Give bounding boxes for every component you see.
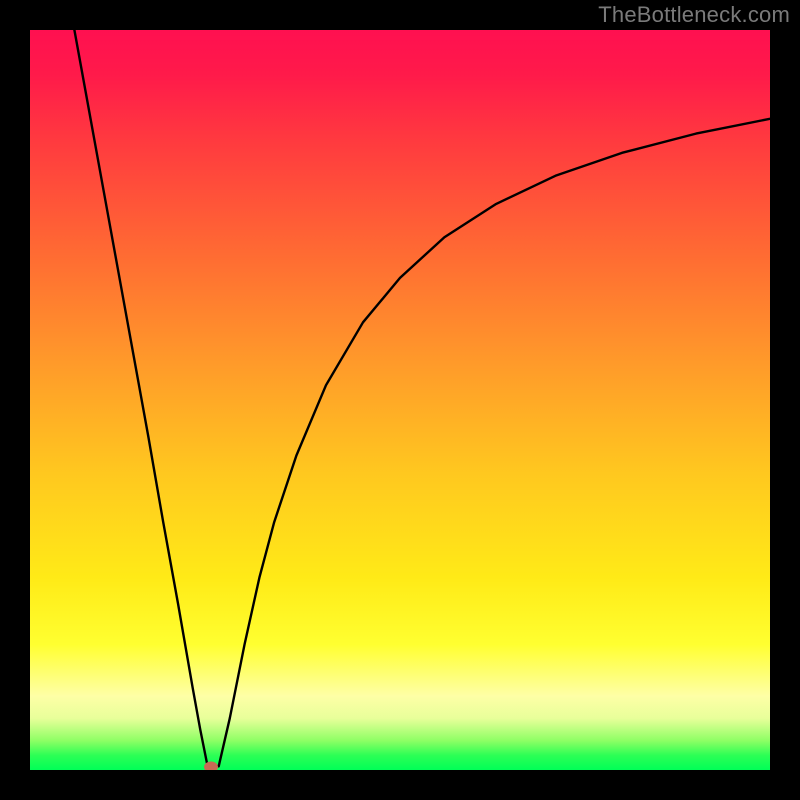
bottleneck-curve [30,30,770,770]
optimal-point-marker [204,762,218,770]
plot-area [30,30,770,770]
chart-frame: TheBottleneck.com [0,0,800,800]
watermark-text: TheBottleneck.com [598,2,790,28]
